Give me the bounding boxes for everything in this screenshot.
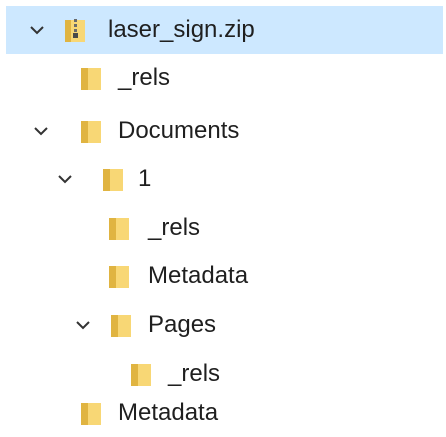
folder-icon xyxy=(80,64,102,92)
tree-item-label: _rels xyxy=(168,360,221,387)
tree-item-metadata[interactable]: Metadata xyxy=(0,252,446,300)
zip-folder-icon xyxy=(64,16,86,44)
tree-item-label: Metadata xyxy=(148,262,249,289)
tree-item-label: laser_sign.zip xyxy=(108,16,255,43)
tree-item-label: 1 xyxy=(138,165,152,192)
tree-item-documents[interactable]: Documents xyxy=(0,107,446,155)
chevron-down-icon[interactable] xyxy=(32,122,50,140)
tree-item-label: _rels xyxy=(148,214,201,241)
folder-icon xyxy=(108,262,130,290)
tree-item-1[interactable]: 1 xyxy=(0,155,446,203)
chevron-down-icon[interactable] xyxy=(56,170,74,188)
file-tree: laser_sign.zip _rels Documents 1 _rels M… xyxy=(0,0,446,436)
folder-icon xyxy=(108,214,130,242)
folder-icon xyxy=(130,360,152,388)
tree-item-metadata[interactable]: Metadata xyxy=(0,389,446,437)
tree-item-label: _rels xyxy=(118,64,171,91)
tree-item-rels[interactable]: _rels xyxy=(0,204,446,252)
chevron-down-icon[interactable] xyxy=(28,21,46,39)
tree-item-label: Pages xyxy=(148,311,217,338)
tree-item-label: Documents xyxy=(118,117,240,144)
folder-icon xyxy=(110,311,132,339)
tree-item-rels[interactable]: _rels xyxy=(0,54,446,102)
folder-icon xyxy=(80,399,102,427)
tree-item-laser-sign-zip[interactable]: laser_sign.zip xyxy=(6,6,443,54)
tree-item-label: Metadata xyxy=(118,399,219,426)
tree-item-pages[interactable]: Pages xyxy=(0,301,446,349)
folder-icon xyxy=(102,165,124,193)
folder-icon xyxy=(80,117,102,145)
chevron-down-icon[interactable] xyxy=(74,316,92,334)
